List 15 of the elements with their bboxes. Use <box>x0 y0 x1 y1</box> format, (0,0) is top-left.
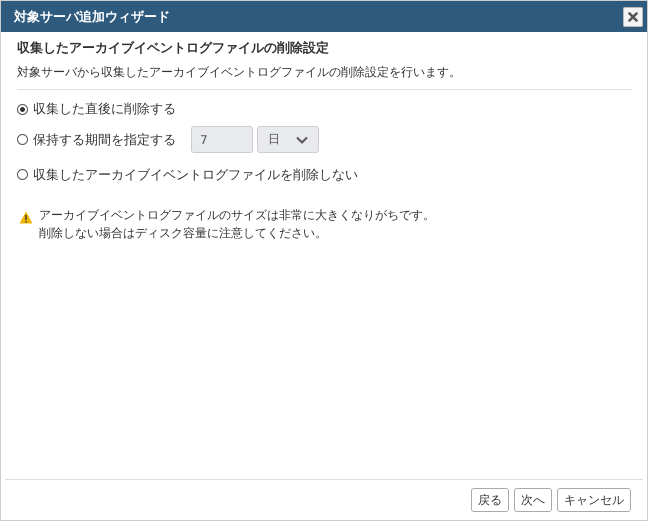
footer-button[interactable]: 戻る <box>471 488 509 512</box>
radio-option[interactable]: 収集したアーカイブイベントログファイルを削除しない <box>17 166 358 184</box>
section-heading: 収集したアーカイブイベントログファイルの削除設定 <box>17 40 330 57</box>
footer-button[interactable]: 次へ <box>514 488 552 512</box>
footer-button[interactable]: キャンセル <box>557 488 631 512</box>
close-icon <box>628 12 638 22</box>
section-description: 対象サーバから収集したアーカイブイベントログファイルの削除設定を行います。 <box>17 64 462 81</box>
warning-icon <box>19 211 33 224</box>
warning-text: 削除しない場合はディスク容量に注意してください。 <box>39 225 328 242</box>
radio-option[interactable]: 保持する期間を指定する <box>17 130 176 148</box>
window-title: 対象サーバ追加ウィザード <box>14 8 170 26</box>
warning-text: アーカイブイベントログファイルのサイズは非常に大きくなりがちです。 <box>39 207 435 224</box>
radio-option[interactable]: 収集した直後に削除する <box>17 100 176 118</box>
close-button[interactable] <box>623 6 643 26</box>
chevron-down-icon <box>296 136 308 144</box>
